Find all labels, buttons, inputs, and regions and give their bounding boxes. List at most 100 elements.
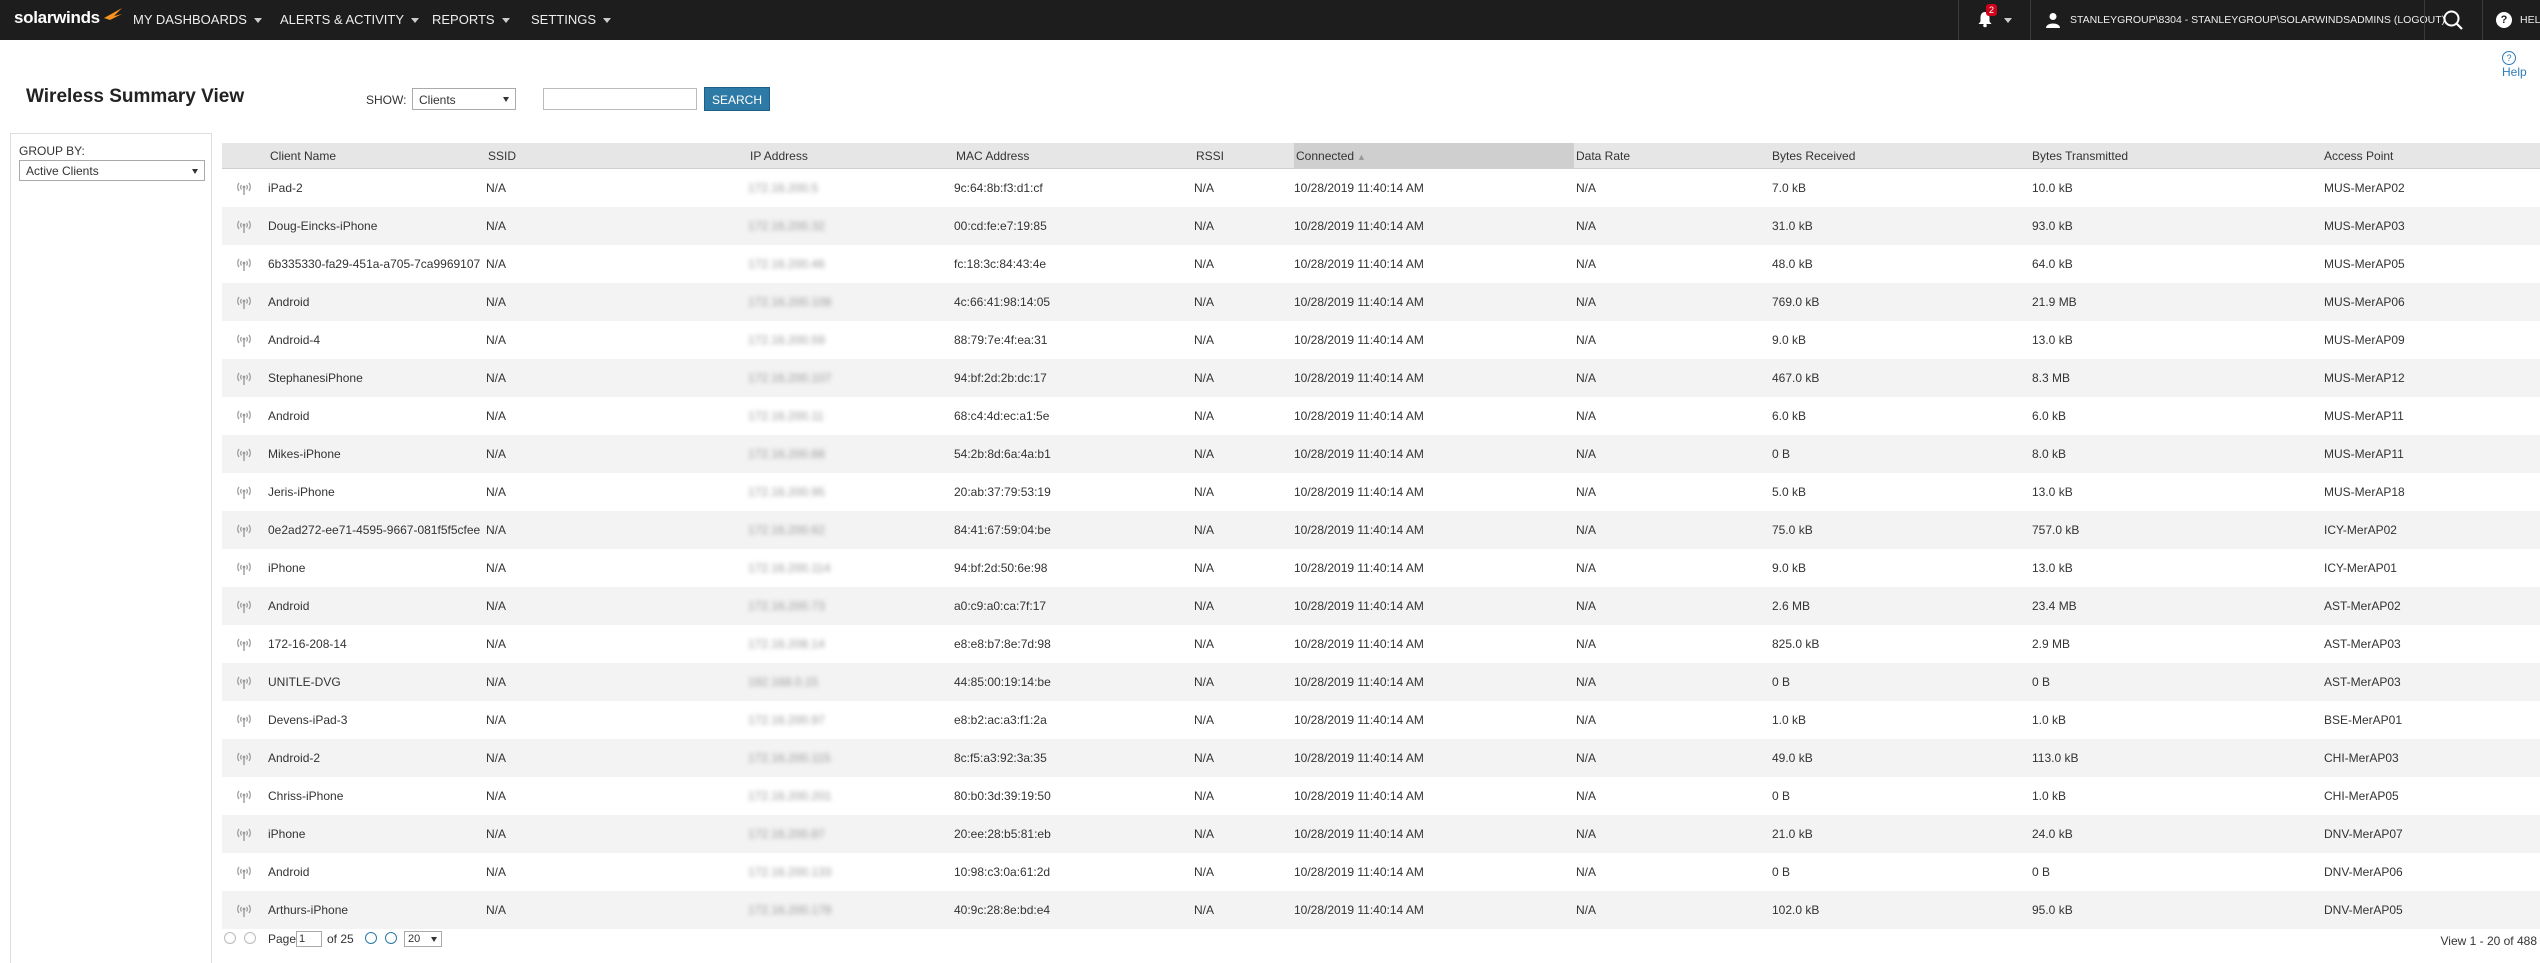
table-row[interactable]: Jeris-iPhone N/A 172.16.200.95 20:ab:37:79:… (222, 473, 2540, 511)
nav-my-dashboards[interactable]: MY DASHBOARDS (133, 12, 262, 27)
cell-access-point: AST-MerAP02 (2324, 599, 2401, 613)
table-row[interactable]: iPhone N/A 172.16.200.87 20:ee:28:b5:81:eb N… (222, 815, 2540, 853)
cell-bytes-received: 825.0 kB (1772, 637, 1820, 651)
column-header-mac-address[interactable]: MAC Address (956, 149, 1029, 163)
group-by-select[interactable]: Active Clients (19, 160, 205, 181)
dropdown-arrow-icon (192, 169, 198, 174)
cell-rssi: N/A (1194, 827, 1215, 841)
cell-rssi: N/A (1194, 903, 1215, 917)
cell-client-name[interactable]: Android (268, 865, 309, 879)
nav-reports[interactable]: REPORTS (432, 12, 510, 27)
nav-alerts-activity[interactable]: ALERTS & ACTIVITY (280, 12, 420, 27)
divider (2482, 0, 2483, 40)
table-row[interactable]: Doug-Eincks-iPhone N/A 172.16.200.32 00:cd:… (222, 207, 2540, 245)
cell-client-name[interactable]: StephanesiPhone (268, 371, 363, 385)
column-header-bytes-received[interactable]: Bytes Received (1772, 149, 1855, 163)
cell-access-point: DNV-MerAP05 (2324, 903, 2403, 917)
search-icon[interactable] (2442, 9, 2464, 31)
cell-client-name[interactable]: Devens-iPad-3 (268, 713, 347, 727)
cell-client-name[interactable]: Android-4 (268, 333, 320, 347)
cell-client-name[interactable]: Arthurs-iPhone (268, 903, 348, 917)
cell-client-name[interactable]: iPad-2 (268, 181, 303, 195)
chevron-down-icon (253, 18, 262, 24)
cell-ssid: N/A (486, 561, 507, 575)
cell-client-name[interactable]: iPhone (268, 827, 305, 841)
table-row[interactable]: Devens-iPad-3 N/A 172.16.200.97 e8:b2:ac:a3… (222, 701, 2540, 739)
page-size-select[interactable]: 20 (404, 931, 442, 947)
cell-client-name[interactable]: UNITLE-DVG (268, 675, 341, 689)
cell-bytes-transmitted: 93.0 kB (2032, 219, 2073, 233)
cell-access-point: DNV-MerAP06 (2324, 865, 2403, 879)
last-page-icon[interactable] (385, 932, 397, 944)
column-header-ssid[interactable]: SSID (488, 149, 516, 163)
cell-client-name[interactable]: Doug-Eincks-iPhone (268, 219, 377, 233)
cell-ssid: N/A (486, 523, 507, 537)
chevron-down-icon[interactable] (2004, 18, 2012, 23)
divider (2424, 0, 2425, 40)
cell-ssid: N/A (486, 181, 507, 195)
cell-client-name[interactable]: Android (268, 599, 309, 613)
column-header-access-point[interactable]: Access Point (2324, 149, 2393, 163)
wireless-client-icon (237, 866, 251, 879)
cell-client-name[interactable]: Android-2 (268, 751, 320, 765)
column-header-connected[interactable]: Connected ▲ (1296, 149, 1366, 163)
help-icon[interactable]: ? (2496, 12, 2512, 28)
cell-access-point: BSE-MerAP01 (2324, 713, 2403, 727)
cell-client-name[interactable]: 172-16-208-14 (268, 637, 347, 651)
table-row[interactable]: 172-16-208-14 N/A 172.16.208.14 e8:e8:b7:8e… (222, 625, 2540, 663)
help-link[interactable]: ?Help (2502, 50, 2540, 79)
show-select[interactable]: Clients (412, 88, 516, 110)
next-page-icon[interactable] (365, 932, 377, 944)
cell-client-name[interactable]: 6b335330-fa29-451a-a705-7ca9969107 (268, 257, 480, 271)
help-circle-icon: ? (2502, 51, 2516, 65)
divider (2030, 0, 2031, 40)
table-row[interactable]: iPad-2 N/A 172.16.200.5 9c:64:8b:f3:d1:cf N/… (222, 169, 2540, 207)
cell-client-name[interactable]: Jeris-iPhone (268, 485, 335, 499)
table-row[interactable]: Android-2 N/A 172.16.200.115 8c:f5:a3:92:3a… (222, 739, 2540, 777)
first-page-icon[interactable] (224, 932, 236, 944)
column-header-ip-address[interactable]: IP Address (750, 149, 808, 163)
dropdown-arrow-icon (503, 97, 509, 102)
column-header-bytes-transmitted[interactable]: Bytes Transmitted (2032, 149, 2128, 163)
cell-client-name[interactable]: iPhone (268, 561, 305, 575)
show-label: SHOW: (366, 93, 407, 107)
table-row[interactable]: Android N/A 172.16.200.73 a0:c9:a0:ca:7f:17… (222, 587, 2540, 625)
cell-client-name[interactable]: Android (268, 409, 309, 423)
table-row[interactable]: iPhone N/A 172.16.200.114 94:bf:2d:50:6e:98… (222, 549, 2540, 587)
divider (1958, 0, 1959, 40)
cell-client-name[interactable]: 0e2ad272-ee71-4595-9667-081f5f5cfee (268, 523, 480, 537)
table-row[interactable]: Android-4 N/A 172.16.200.59 88:79:7e:4f:ea:… (222, 321, 2540, 359)
nav-label: SETTINGS (531, 12, 597, 27)
table-row[interactable]: Arthurs-iPhone N/A 172.16.200.178 40:9c:28:… (222, 891, 2540, 929)
solarwinds-logo[interactable]: solarwinds (14, 8, 122, 28)
table-row[interactable]: UNITLE-DVG N/A 192.168.0.15 44:85:00:19:14:… (222, 663, 2540, 701)
table-row[interactable]: Android N/A 172.16.200.11 68:c4:4d:ec:a1:5e… (222, 397, 2540, 435)
dropdown-arrow-icon (431, 937, 437, 942)
table-row[interactable]: Chriss-iPhone N/A 172.16.200.201 80:b0:3d:3… (222, 777, 2540, 815)
cell-bytes-transmitted: 8.3 MB (2032, 371, 2071, 385)
search-input[interactable] (543, 88, 697, 110)
column-header-client-name[interactable]: Client Name (270, 149, 336, 163)
cell-access-point: AST-MerAP03 (2324, 675, 2401, 689)
cell-client-name[interactable]: Android (268, 295, 309, 309)
search-button[interactable]: SEARCH (704, 87, 770, 111)
cell-ssid: N/A (486, 485, 507, 499)
column-header-data-rate[interactable]: Data Rate (1576, 149, 1630, 163)
cell-client-name[interactable]: Mikes-iPhone (268, 447, 341, 461)
cell-ssid: N/A (486, 903, 507, 917)
help-menu[interactable]: HEL (2520, 14, 2540, 26)
cell-rssi: N/A (1194, 599, 1215, 613)
table-row[interactable]: Mikes-iPhone N/A 172.16.200.88 54:2b:8d:6a:… (222, 435, 2540, 473)
prev-page-icon[interactable] (244, 932, 256, 944)
cell-ip-address: 172.16.200.87 (748, 827, 825, 841)
nav-settings[interactable]: SETTINGS (531, 12, 612, 27)
user-logout-link[interactable]: STANLEYGROUP\8304 - STANLEYGROUP\SOLARWI… (2070, 14, 2445, 26)
cell-client-name[interactable]: Chriss-iPhone (268, 789, 343, 803)
table-row[interactable]: StephanesiPhone N/A 172.16.200.107 94:bf:2d… (222, 359, 2540, 397)
column-header-rssi[interactable]: RSSI (1196, 149, 1224, 163)
page-number-input[interactable]: 1 (296, 931, 322, 947)
table-row[interactable]: Android N/A 172.16.200.108 4c:66:41:98:14:0… (222, 283, 2540, 321)
table-row[interactable]: 0e2ad272-ee71-4595-9667-081f5f5cfee N/A 17… (222, 511, 2540, 549)
table-row[interactable]: 6b335330-fa29-451a-a705-7ca9969107 N/A 172… (222, 245, 2540, 283)
table-row[interactable]: Android N/A 172.16.200.133 10:98:c3:0a:61:2… (222, 853, 2540, 891)
